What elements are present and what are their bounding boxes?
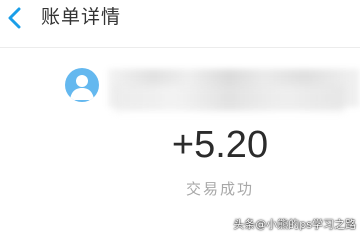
chevron-left-icon xyxy=(8,7,21,29)
transaction-amount: +5.20 xyxy=(171,124,269,166)
obscured-payer-details xyxy=(114,85,344,111)
nav-bar: 账单详情 xyxy=(0,0,360,44)
watermark: 头条@小熊的ps学习之路 xyxy=(233,218,356,231)
back-button[interactable] xyxy=(2,4,28,32)
header-divider xyxy=(0,47,360,48)
transaction-status: 交易成功 xyxy=(185,180,254,198)
bill-detail-page: 账单详情 +5.20 交易成功 头条@小熊的ps学习之路 xyxy=(0,0,360,240)
person-silhouette-icon xyxy=(70,75,94,100)
page-title: 账单详情 xyxy=(41,6,122,28)
user-avatar-icon[interactable] xyxy=(65,68,99,102)
